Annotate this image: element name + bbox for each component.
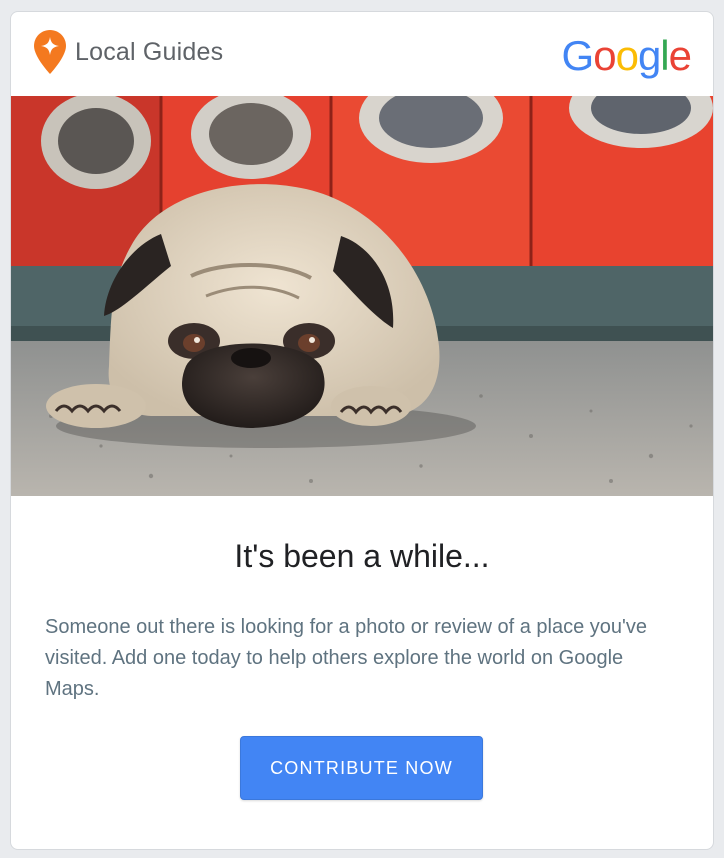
brand-name: Local Guides [75,38,224,66]
headline: It's been a while... [234,538,490,574]
pug-photo [11,96,713,496]
google-logo-letter: g [637,32,661,79]
google-logo: Google [561,32,692,80]
google-logo-letter: l [660,32,669,79]
email-header: Local Guides Google [11,12,713,96]
google-logo-letter: o [615,32,639,79]
google-logo-letter: G [561,32,595,79]
contribute-now-button[interactable]: CONTRIBUTE NOW [240,736,483,800]
body-text: Someone out there is looking for a photo… [45,616,647,700]
email-card: Local Guides Google It's been a while...… [10,11,714,850]
local-guides-pin-icon [34,30,66,74]
google-logo-letter: o [593,32,616,79]
google-logo-letter: e [668,32,692,79]
